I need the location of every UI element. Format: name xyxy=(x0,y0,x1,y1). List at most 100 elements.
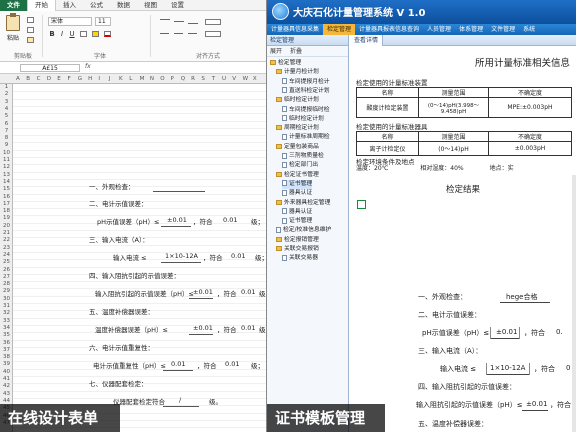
sheet-cell[interactable]: ，符合 xyxy=(203,252,223,262)
column-header[interactable]: P xyxy=(171,74,174,84)
row-header[interactable]: 15 xyxy=(0,186,13,192)
cut-icon[interactable] xyxy=(27,17,34,23)
tree-item[interactable]: 器具认证 xyxy=(282,208,312,217)
row-header[interactable]: 31 xyxy=(0,303,13,309)
sheet-cell[interactable]: 仪器配套检定符合 xyxy=(113,396,165,406)
row-header[interactable]: 8 xyxy=(0,135,13,141)
row-header[interactable]: 40 xyxy=(0,369,13,375)
row-header[interactable]: 37 xyxy=(0,347,13,353)
column-header[interactable]: L xyxy=(129,74,132,84)
sheet-cell[interactable]: 输入电流 ≤ xyxy=(113,252,147,262)
row-header[interactable]: 6 xyxy=(0,121,13,127)
row-header[interactable]: 33 xyxy=(0,318,13,324)
column-header[interactable]: W xyxy=(243,74,248,84)
format-painter-icon[interactable] xyxy=(27,37,34,43)
tree-item[interactable]: 计量标准周期检 xyxy=(282,133,330,142)
sheet-cell[interactable]: 0.01 xyxy=(223,216,237,224)
sheet-cell[interactable]: ，符合 xyxy=(217,324,237,334)
column-header[interactable]: H xyxy=(88,74,92,84)
sheet-line-appearance[interactable]: 一、外观检查： xyxy=(89,181,135,191)
align-bottom-icon[interactable] xyxy=(188,23,198,24)
sheet-line-error[interactable]: 二、电计示值误差： xyxy=(89,198,148,208)
font-color-icon[interactable] xyxy=(104,31,111,37)
font-size-select[interactable]: 11 xyxy=(95,17,111,26)
align-top-icon[interactable] xyxy=(160,19,170,20)
sheet-cell[interactable]: 级。 xyxy=(209,396,222,406)
column-header[interactable]: S xyxy=(201,74,205,84)
tab-home[interactable]: 开始 xyxy=(27,0,56,11)
row-header[interactable]: 43 xyxy=(0,391,13,397)
fill-color-icon[interactable] xyxy=(92,31,99,37)
sheet-line-repeat[interactable]: 六、电计示值重复性： xyxy=(89,342,154,352)
bold-button[interactable]: B xyxy=(48,30,56,38)
sheet-cell[interactable]: 级； xyxy=(251,216,264,226)
column-header[interactable]: B xyxy=(26,74,30,84)
row-header[interactable]: 7 xyxy=(0,128,13,134)
tree-item[interactable]: 计量月检计划 xyxy=(276,68,319,77)
menu-item-files[interactable]: 文件管理 xyxy=(487,24,519,35)
column-header[interactable]: I xyxy=(98,74,100,84)
row-header[interactable]: 17 xyxy=(0,201,13,207)
column-header[interactable]: E xyxy=(57,74,60,84)
row-header[interactable]: 18 xyxy=(0,208,13,214)
sheet-cell[interactable]: 0.01 xyxy=(241,288,255,296)
column-header[interactable]: V xyxy=(232,74,236,84)
row-header[interactable]: 32 xyxy=(0,310,13,316)
row-header[interactable]: 41 xyxy=(0,376,13,382)
tab-settings[interactable]: 设置 xyxy=(164,0,191,11)
column-header[interactable]: U xyxy=(222,74,226,84)
row-header[interactable]: 3 xyxy=(0,99,13,105)
row-header[interactable]: 29 xyxy=(0,288,13,294)
row-header[interactable]: 28 xyxy=(0,281,13,287)
tree-item[interactable]: 周期检定计划 xyxy=(276,124,319,133)
menu-item-verification[interactable]: 检定管理 xyxy=(323,24,356,35)
name-box[interactable]: A£15 xyxy=(20,64,80,72)
tab-insert[interactable]: 插入 xyxy=(56,0,83,11)
sheet-cell[interactable]: 0.01 xyxy=(231,252,245,260)
row-header[interactable]: 1 xyxy=(0,84,13,90)
tree-item[interactable]: 关联交易器 xyxy=(282,254,318,263)
align-right-icon[interactable] xyxy=(188,33,197,34)
row-header[interactable]: 39 xyxy=(0,361,13,367)
tree-item[interactable]: 车间提报月检计 xyxy=(282,78,330,87)
row-header[interactable]: 24 xyxy=(0,252,13,258)
column-header[interactable]: C xyxy=(37,74,41,84)
column-header[interactable]: R xyxy=(191,74,195,84)
tab-formula[interactable]: 公式 xyxy=(83,0,110,11)
row-header[interactable]: 23 xyxy=(0,245,13,251)
row-header[interactable]: 16 xyxy=(0,194,13,200)
sheet-cell[interactable]: / xyxy=(179,396,181,404)
tree-item[interactable]: 直送科检定计划 xyxy=(282,87,330,96)
sheet-cell[interactable]: ±0.01 xyxy=(193,288,213,296)
paste-button[interactable]: 粘贴 xyxy=(4,13,22,45)
sheet-cell[interactable]: 级； xyxy=(259,288,266,298)
tree-item[interactable]: 临时检定计划 xyxy=(282,115,324,124)
font-name-select[interactable]: 宋体 xyxy=(48,17,92,26)
underline-button[interactable]: U xyxy=(68,30,76,38)
row-header[interactable]: 10 xyxy=(0,150,13,156)
row-header[interactable]: 35 xyxy=(0,332,13,338)
tree-item[interactable]: 外来器具检定管理 xyxy=(276,199,330,208)
menu-item-system[interactable]: 系统 xyxy=(519,24,539,35)
sheet-cell[interactable]: ，符合 xyxy=(217,288,237,298)
column-header[interactable]: J xyxy=(109,74,111,84)
column-header[interactable]: D xyxy=(47,74,51,84)
tree-item[interactable]: 关联交易报销 xyxy=(276,245,319,254)
align-left-icon[interactable] xyxy=(160,33,169,34)
tree-item[interactable]: 检定证书管理 xyxy=(276,171,319,180)
result-cell[interactable]: 0. xyxy=(556,328,563,336)
result-cell[interactable]: 0 xyxy=(566,364,570,372)
worksheet-grid[interactable]: 一、外观检查： 二、电计示值误差： pH示值误差（pH）≤ ±0.01 ，符合 … xyxy=(13,84,266,432)
row-header[interactable]: 36 xyxy=(0,340,13,346)
tree-item[interactable]: 定量包装商品 xyxy=(276,143,319,152)
row-header[interactable]: 9 xyxy=(0,142,13,148)
row-header[interactable]: 2 xyxy=(0,91,13,97)
tree-item[interactable]: 三剂物质量检 xyxy=(282,152,324,161)
tree-item[interactable]: 证书管理 xyxy=(282,217,312,226)
tree-item[interactable]: 检定部门出 xyxy=(282,161,318,170)
sheet-cell[interactable]: ±0.01 xyxy=(167,216,187,224)
menu-item-asset-collection[interactable]: 计量器具信息采集 xyxy=(267,24,323,35)
sheet-cell[interactable]: 级； xyxy=(251,360,264,370)
row-header[interactable]: 34 xyxy=(0,325,13,331)
tab-view[interactable]: 视图 xyxy=(137,0,164,11)
